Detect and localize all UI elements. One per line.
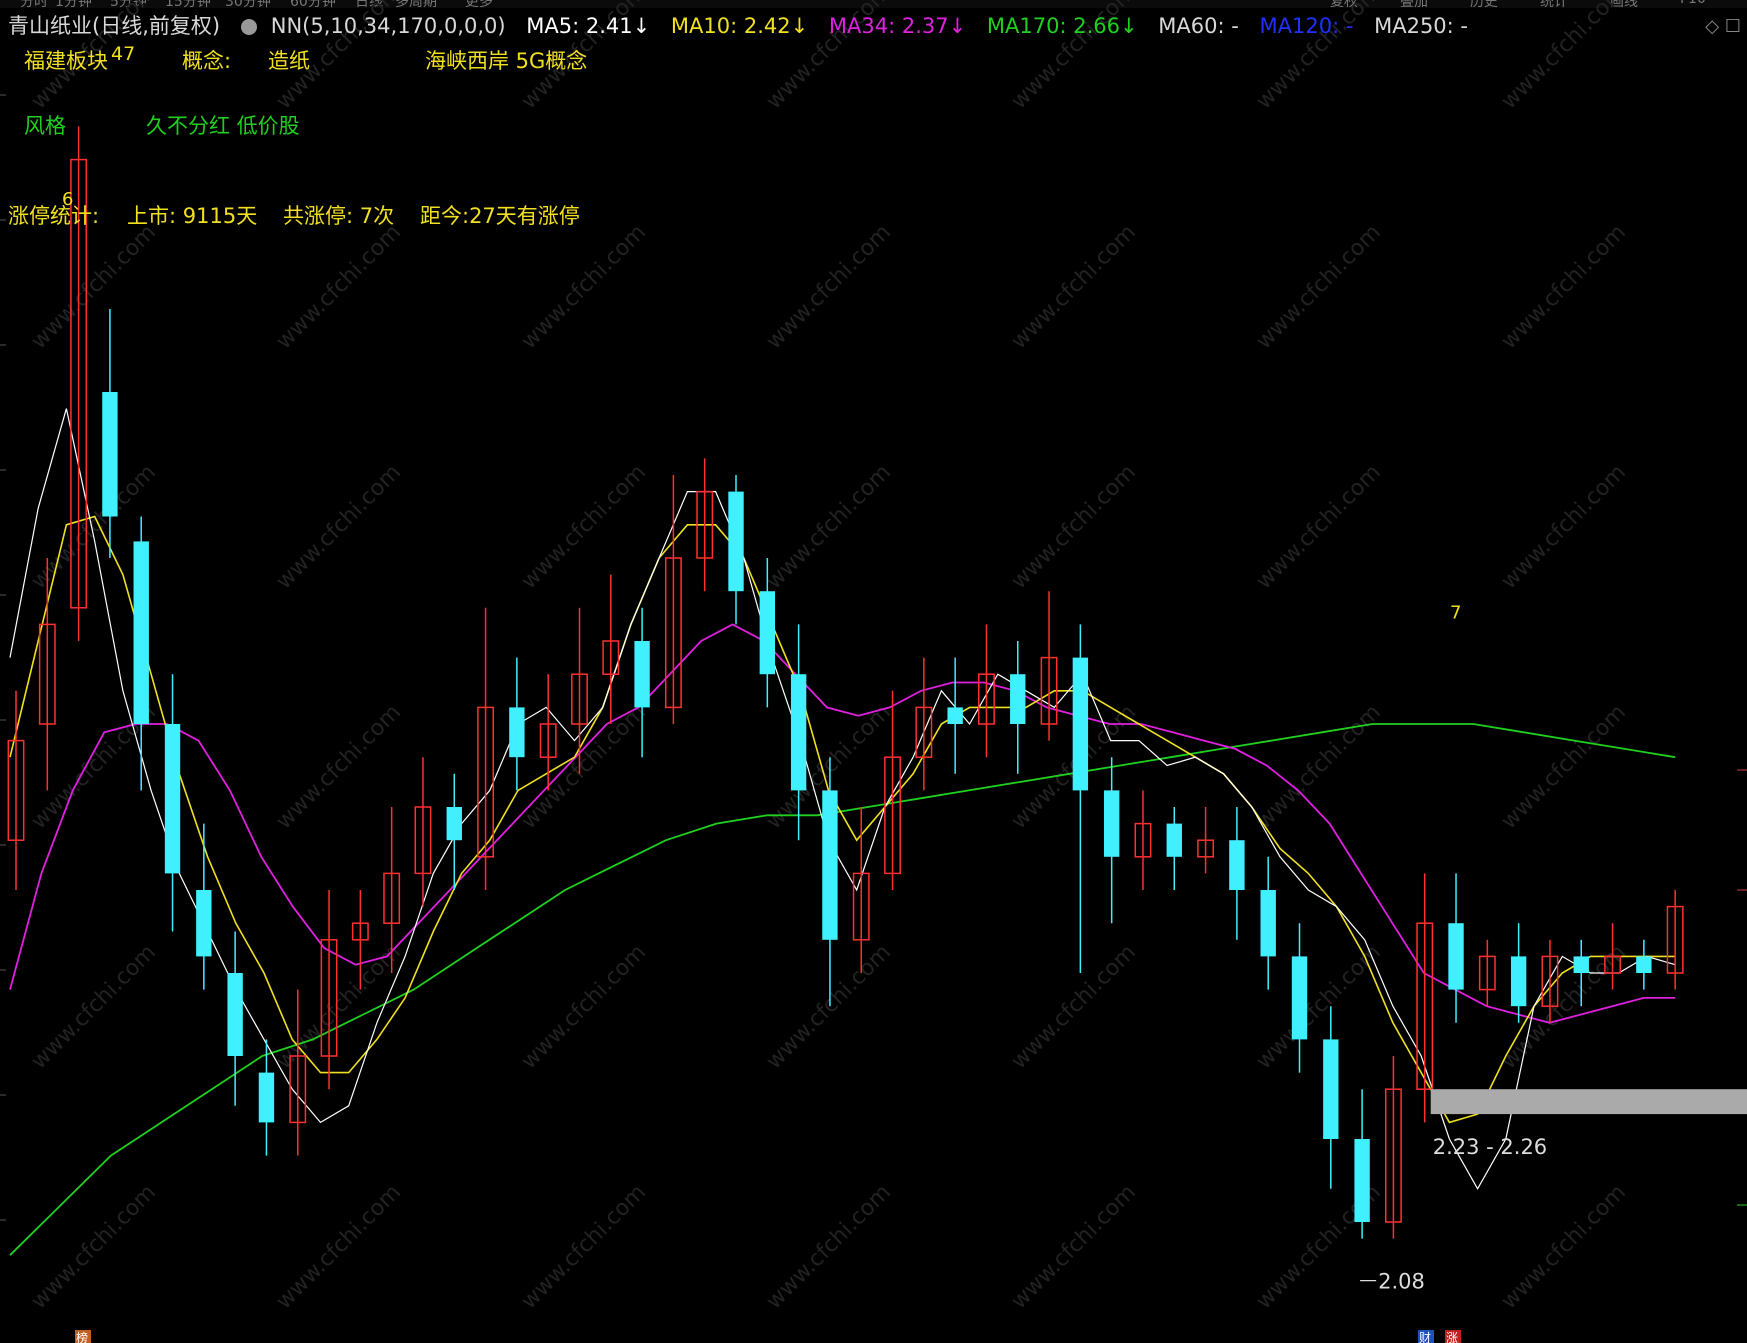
watermark-text: www.cfchi.com [1252, 700, 1386, 834]
candle-body-down [196, 890, 212, 957]
sector-value: 47 [111, 43, 136, 65]
low-price-label: 2.08 [1378, 1270, 1425, 1294]
limit-up-marker: 7 [1450, 602, 1461, 623]
candle-body-down [634, 641, 650, 708]
concept-item-2[interactable]: 海峡西岸 5G概念 [425, 45, 587, 75]
watermark-text: www.cfchi.com [762, 1180, 896, 1314]
watermark-text: www.cfchi.com [1007, 460, 1141, 594]
event-badge: 榜 [76, 1330, 88, 1343]
watermark-text: www.cfchi.com [1007, 220, 1141, 354]
diamond-icon[interactable]: ◇ [1705, 16, 1719, 37]
watermark-text: www.cfchi.com [1742, 460, 1747, 594]
ma60-legend: MA60: - [1158, 14, 1239, 38]
watermark-text: www.cfchi.com [517, 1180, 651, 1314]
candle-body-down [1229, 840, 1245, 890]
watermark-text: www.cfchi.com [517, 940, 651, 1074]
candle-body-down [759, 591, 776, 675]
watermark-text: www.cfchi.com [1497, 460, 1631, 594]
candle-body-down [1103, 790, 1120, 857]
nn-indicator[interactable]: NN(5,10,34,170,0,0,0) [271, 14, 506, 38]
total-limit-up: 共涨停: 7次 [283, 204, 395, 228]
settings-gear-icon[interactable] [240, 19, 257, 35]
watermark-text: www.cfchi.com [1252, 220, 1386, 354]
range-label: 2.23 - 2.26 [1433, 1135, 1547, 1159]
candle-body-down [1166, 823, 1182, 857]
watermark-text: www.cfchi.com [272, 220, 406, 354]
candle-body-down [1573, 956, 1589, 973]
watermark-text: www.cfchi.com [1742, 220, 1747, 354]
candle-body-down [822, 790, 838, 940]
watermark-text: www.cfchi.com [27, 1180, 161, 1314]
candles-layer [7, 126, 1684, 1239]
watermark-text: www.cfchi.com [1007, 1180, 1141, 1314]
watermark-text: www.cfchi.com [1497, 0, 1631, 114]
candle-body-down [133, 541, 149, 724]
watermark-text: www.cfchi.com [1742, 1180, 1747, 1314]
candle-body-down [446, 807, 462, 841]
candle-body-down [1323, 1039, 1339, 1139]
ma170-legend: MA170: 2.66↓ [986, 14, 1138, 38]
candle-body-down [790, 674, 807, 791]
concept-item-1[interactable]: 造纸 [268, 45, 310, 75]
watermark-text: www.cfchi.com [1497, 700, 1631, 834]
watermark-text: www.cfchi.com [517, 220, 651, 354]
ma-legend: 青山纸业(日线,前复权) NN(5,10,34,170,0,0,0) MA5: … [8, 12, 1482, 40]
ma10-legend: MA10: 2.42↓ [670, 14, 809, 38]
stock-title[interactable]: 青山纸业(日线,前复权) [8, 14, 220, 38]
maximize-icon[interactable]: ☐ [1725, 16, 1741, 37]
watermark-text: www.cfchi.com [272, 460, 406, 594]
candle-body-down [947, 707, 963, 724]
watermark-text: www.cfchi.com [1742, 700, 1747, 834]
ma5-legend: MA5: 2.41↓ [526, 14, 651, 38]
candle-body-down [1291, 956, 1308, 1040]
candle-body-down [258, 1072, 275, 1123]
style-value: 久不分红 低价股 [146, 114, 300, 138]
candle-body-down [1010, 674, 1026, 724]
ma34-legend: MA34: 2.37↓ [828, 14, 967, 38]
chart-grid [0, 94, 1747, 1221]
watermark-text: www.cfchi.com [762, 220, 896, 354]
sector-label: 福建板块 [24, 49, 108, 73]
candle-body-down [728, 491, 744, 592]
event-badge: 涨 [1446, 1330, 1458, 1343]
candle-body-down [164, 724, 181, 874]
candle-body-down [1636, 956, 1652, 973]
watermark-text: www.cfchi.com [272, 700, 406, 834]
candle-body-down [1072, 657, 1089, 791]
limit-up-stats-label: 涨停统计: [8, 204, 100, 228]
annotations-layer: 2.23 - 2.262.0876榜财涨 [62, 189, 1747, 1343]
support-zone [1430, 1089, 1747, 1115]
watermark-text: www.cfchi.com [517, 700, 651, 834]
watermark-text: www.cfchi.com [27, 220, 161, 354]
ma250-legend: MA250: - [1374, 14, 1468, 38]
watermark-text: www.cfchi.com [1742, 0, 1747, 114]
ma120-legend: MA120: - [1259, 14, 1354, 38]
listed-days: 上市: 9115天 [127, 204, 258, 228]
candle-body-down [1448, 923, 1464, 990]
watermark-text: www.cfchi.com [517, 460, 651, 594]
watermark-text: www.cfchi.com [272, 940, 406, 1074]
watermark-text: www.cfchi.com [272, 1180, 406, 1314]
candle-body-down [1510, 956, 1527, 1007]
window-controls[interactable]: ◇ ☐ [1705, 16, 1741, 37]
event-badge: 财 [1419, 1331, 1431, 1343]
watermark-text: www.cfchi.com [762, 460, 896, 594]
watermark-text: www.cfchi.com [762, 940, 896, 1074]
watermark-text: www.cfchi.com [1497, 1180, 1631, 1314]
candle-body-down [102, 392, 118, 517]
watermark-text: www.cfchi.com [27, 940, 161, 1074]
candlestick-chart: www.cfchi.com www.cfchi.com www.cfchi.com w… [0, 0, 1747, 1343]
watermark-text: www.cfchi.com [1007, 940, 1141, 1074]
candle-body-down [1260, 890, 1276, 957]
candle-body-down [1354, 1139, 1370, 1222]
watermark-text: www.cfchi.com [1252, 460, 1386, 594]
candle-body-down [227, 973, 243, 1056]
watermark-text: www.cfchi.com [1742, 940, 1747, 1074]
style-label: 风格 [24, 114, 66, 138]
candle-body-down [509, 707, 525, 758]
watermark-layer: www.cfchi.com www.cfchi.com www.cfchi.com w… [27, 0, 1747, 1314]
watermark-text: www.cfchi.com [1497, 220, 1631, 354]
concept-label: 概念: [182, 49, 232, 73]
days-since-limit-up: 距今:27天有涨停 [420, 204, 580, 228]
